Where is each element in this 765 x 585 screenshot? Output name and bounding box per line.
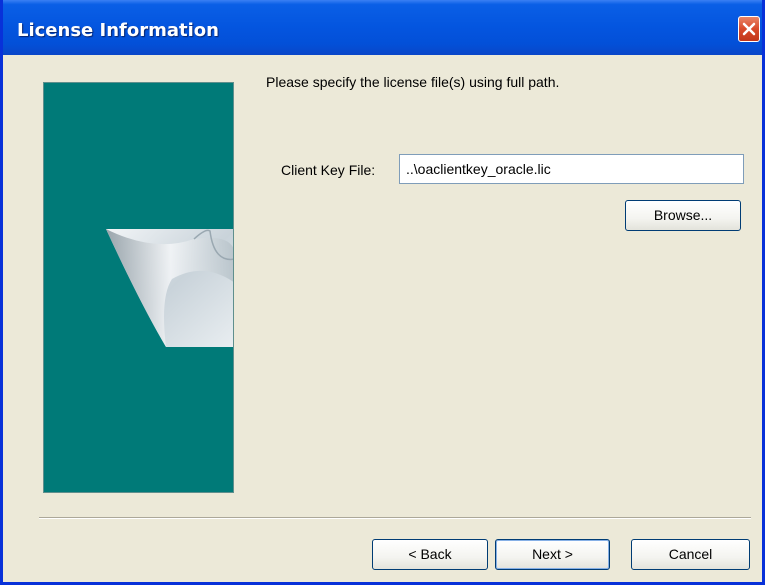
browse-button-label: Browse... <box>653 207 713 223</box>
title-bar[interactable]: License Information <box>3 0 762 55</box>
page-curl-graphic <box>106 229 233 347</box>
client-key-label: Client Key File: <box>281 162 376 178</box>
cancel-button-label: Cancel <box>668 546 713 562</box>
footer-separator <box>39 517 751 519</box>
license-dialog: License Information Please specify the l… <box>0 0 765 585</box>
back-button[interactable]: < Back <box>372 539 488 570</box>
close-button[interactable] <box>738 16 760 42</box>
browse-button[interactable]: Browse... <box>625 200 741 231</box>
back-button-label: < Back <box>408 546 452 562</box>
cancel-button[interactable]: Cancel <box>631 539 750 570</box>
client-key-input[interactable] <box>399 154 744 184</box>
wizard-side-image <box>43 82 234 493</box>
instruction-text: Please specify the license file(s) using… <box>266 74 560 90</box>
next-button[interactable]: Next > <box>495 539 610 570</box>
next-button-label: Next > <box>532 546 573 562</box>
window-title: License Information <box>17 20 219 41</box>
